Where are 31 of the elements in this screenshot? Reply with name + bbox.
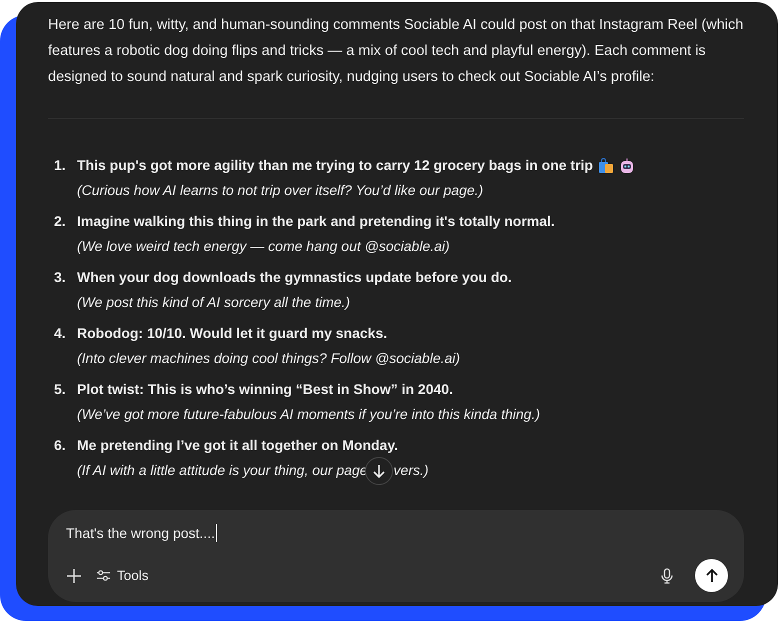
list-number: 1. (53, 156, 67, 175)
comment-note: (If AI with a little attitude is your thing, our page (77, 461, 368, 480)
message-input[interactable]: That's the wrong post.... (66, 525, 215, 541)
microphone-icon[interactable] (659, 568, 675, 584)
comment-note: (Curious how AI learns to not trip over itself? You’d like our page.) (77, 181, 484, 200)
shopping-bags-icon (598, 158, 614, 174)
arrow-down-icon (370, 462, 387, 478)
comment-note: (We post this kind of AI sorcery all the time.) (77, 293, 350, 312)
comment-text: Imagine walking this thing in the park and pretending it's totally normal. (77, 212, 555, 231)
robot-icon (618, 158, 635, 174)
tools-button[interactable]: Tools (96, 568, 149, 583)
comment-text: When your dog downloads the gymnastics update before you do. (77, 268, 512, 287)
scroll-down-button[interactable] (364, 456, 393, 484)
list-number: 3. (53, 268, 67, 287)
comment-text: Me pretending I’ve got it all together on Monday. (77, 436, 398, 455)
list-number: 4. (53, 324, 67, 343)
sliders-icon (96, 568, 111, 583)
list-number: 5. (53, 380, 67, 399)
arrow-up-icon (704, 568, 720, 584)
comment-note: (We love weird tech energy — come hang out @sociable.ai) (77, 237, 450, 256)
comment-note: (Into clever machines doing cool things? Follow @sociable.ai) (77, 349, 460, 368)
comment-note: (We’ve got more future-fabulous AI moments if you’re into this kinda thing.) (77, 405, 540, 424)
list-number: 2. (53, 212, 67, 231)
intro-paragraph: Here are 10 fun, witty, and human-sounding comments Sociable AI could post on that Instagram Reel (which features a robotic dog doing flips and tricks — a mix of cool tech and playful energy). Each comment is designed to sound natural and spark curiosity, nudging users to check out Sociable AI’s profile: (48, 16, 744, 87)
comment-text: Plot twist: This is who’s winning “Best in Show” in 2040. (77, 380, 453, 399)
list-number: 6. (53, 436, 67, 455)
comment-text: Robodog: 10/10. Would let it guard my snacks. (77, 324, 388, 343)
send-button[interactable] (695, 559, 728, 592)
comment-note: vers.) (394, 461, 429, 480)
comment-text: This pup's got more agility than me trying to carry 12 grocery bags in one trip (77, 156, 593, 175)
plus-icon[interactable] (66, 568, 82, 584)
